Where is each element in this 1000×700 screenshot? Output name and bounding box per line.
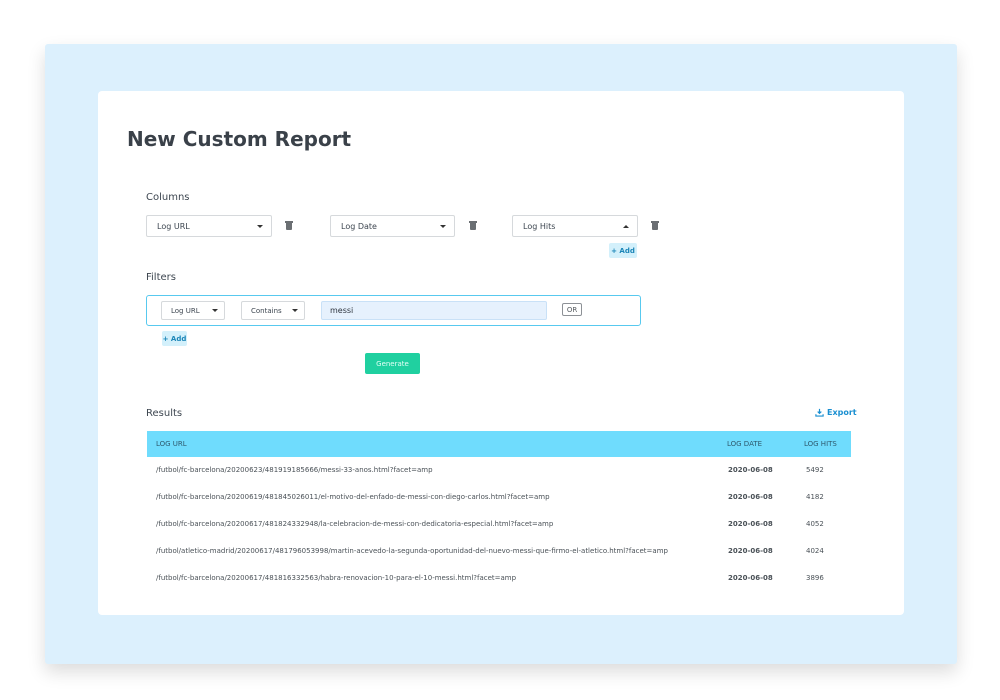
generate-button[interactable]: Generate [365,353,420,374]
column-select-3-value: Log Hits [523,221,556,231]
header-log-hits[interactable]: LOG HITS [804,440,837,448]
column-select-1[interactable]: Log URL [146,215,272,237]
cell-log-hits: 4182 [806,493,824,501]
filter-field-value: Log URL [171,306,200,315]
header-log-date[interactable]: LOG DATE [727,440,762,448]
cell-log-url: /futbol/fc-barcelona/20200619/4818450260… [156,493,550,501]
cell-log-date: 2020-06-08 [728,466,773,474]
column-select-2[interactable]: Log Date [330,215,455,237]
add-filter-button[interactable]: + Add [162,331,187,346]
chevron-down-icon [257,225,263,228]
cell-log-hits: 4052 [806,520,824,528]
cell-log-hits: 5492 [806,466,824,474]
or-button[interactable]: OR [562,303,582,316]
chevron-down-icon [440,225,446,228]
cell-log-date: 2020-06-08 [728,574,773,582]
filters-label: Filters [146,272,176,283]
filter-operator-value: Contains [251,306,282,315]
column-select-2-value: Log Date [341,221,377,231]
header-log-url[interactable]: LOG URL [156,440,187,448]
chevron-up-icon [623,225,629,228]
cell-log-date: 2020-06-08 [728,520,773,528]
page-title: New Custom Report [127,127,352,151]
columns-label: Columns [146,192,190,203]
cell-log-hits: 4024 [806,547,824,555]
trash-icon[interactable] [651,221,659,230]
export-button[interactable]: Export [815,408,857,417]
chevron-down-icon [212,309,218,312]
filter-field-select[interactable]: Log URL [161,301,225,320]
filter-value-text: messi [330,306,354,315]
table-row: /futbol/atletico-madrid/20200617/4817960… [147,547,851,574]
filter-operator-select[interactable]: Contains [241,301,305,320]
cell-log-url: /futbol/fc-barcelona/20200617/4818243329… [156,520,554,528]
table-row: /futbol/fc-barcelona/20200617/4818163325… [147,574,851,601]
results-label: Results [146,408,183,419]
chevron-down-icon [292,309,298,312]
column-select-1-value: Log URL [157,221,190,231]
table-row: /futbol/fc-barcelona/20200619/4818450260… [147,493,851,520]
cell-log-url: /futbol/fc-barcelona/20200617/4818163325… [156,574,517,582]
export-label: Export [827,408,857,417]
table-row: /futbol/fc-barcelona/20200623/4819191856… [147,466,851,493]
download-icon [815,408,824,417]
cell-log-date: 2020-06-08 [728,493,773,501]
results-table-header: LOG URL LOG DATE LOG HITS [147,431,851,457]
cell-log-hits: 3896 [806,574,824,582]
add-column-button[interactable]: + Add [609,243,637,258]
trash-icon[interactable] [469,221,477,230]
table-row: /futbol/fc-barcelona/20200617/4818243329… [147,520,851,547]
cell-log-url: /futbol/atletico-madrid/20200617/4817960… [156,547,668,555]
filter-value-input[interactable]: messi [321,301,547,320]
cell-log-date: 2020-06-08 [728,547,773,555]
column-select-3[interactable]: Log Hits [512,215,638,237]
trash-icon[interactable] [285,221,293,230]
cell-log-url: /futbol/fc-barcelona/20200623/4819191856… [156,466,433,474]
